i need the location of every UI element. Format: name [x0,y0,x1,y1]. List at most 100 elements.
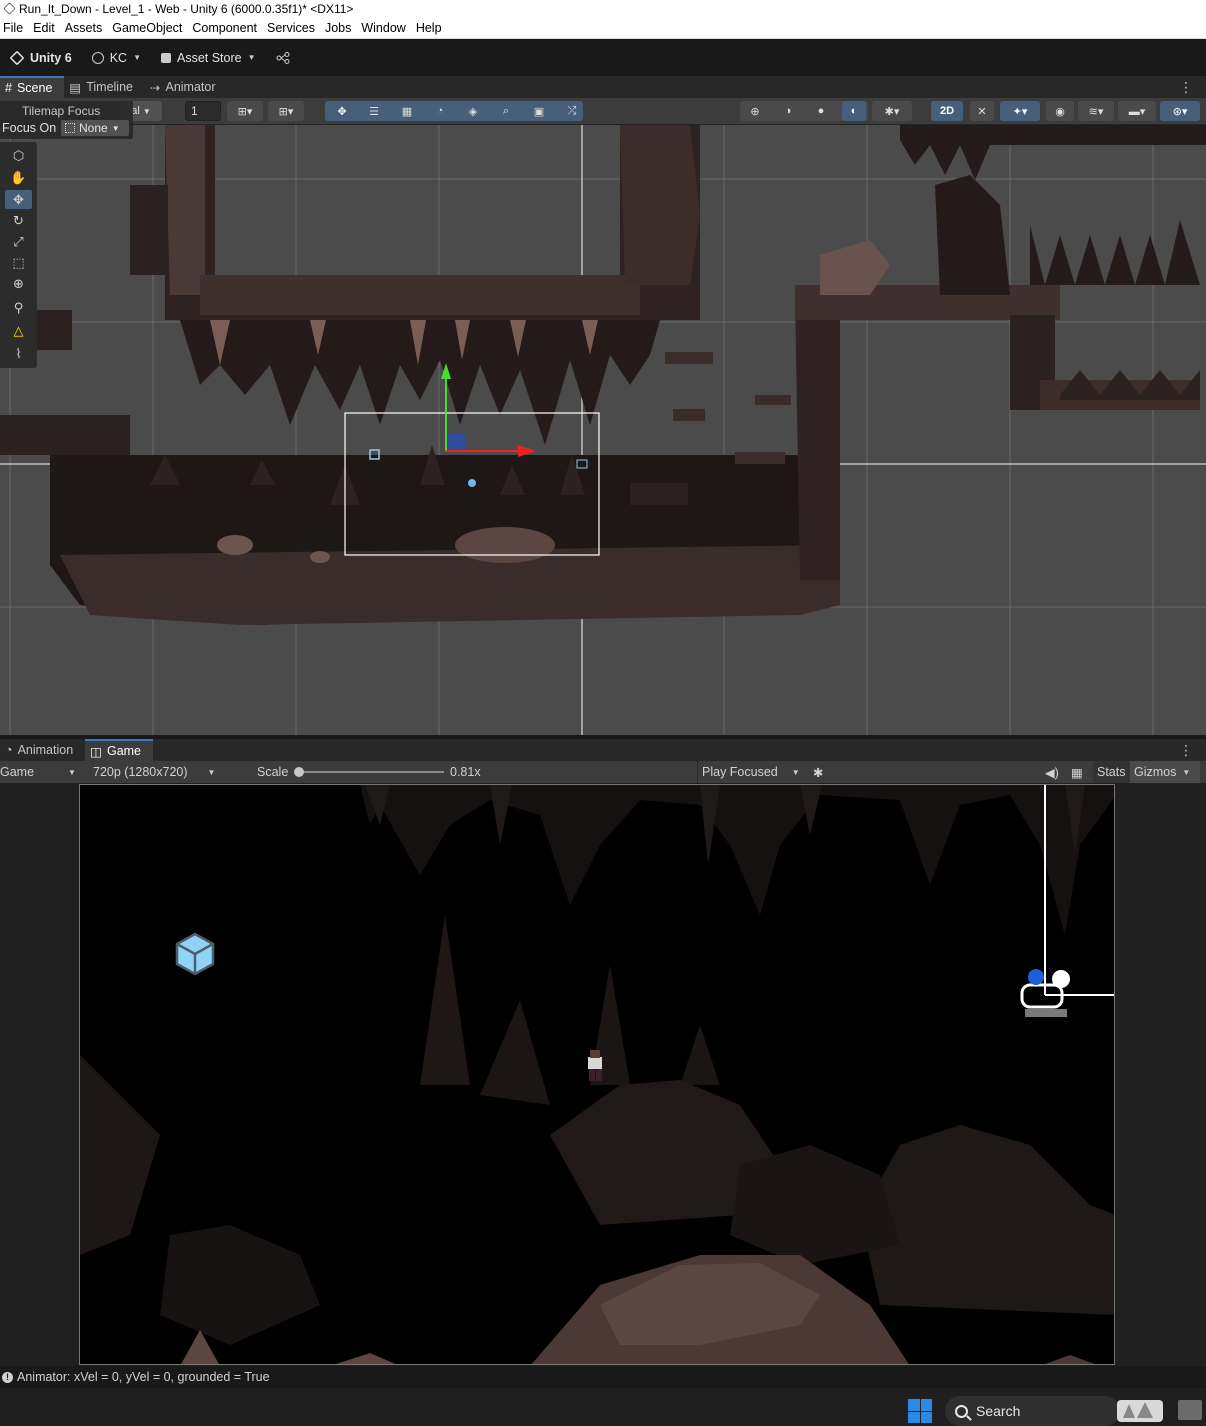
eye-icon: ◉ [1055,105,1065,118]
visibility-button[interactable]: ◉ [1046,101,1074,121]
spline-tool-button[interactable]: ⌇ [5,344,32,363]
taskbar-search-label: Search [976,1403,1021,1419]
tab-scene-label: Scene [16,81,53,95]
scale-icon: ⤢ [13,233,24,249]
menu-assets[interactable]: Assets [62,21,110,35]
taskbar-app-icon[interactable] [1178,1400,1202,1420]
grid-view-button[interactable]: ▦ [395,101,419,121]
tab-animation[interactable]: ◔ Animation [0,739,85,761]
scene-viewport[interactable] [0,125,1206,735]
move-icon: ✥ [337,105,347,118]
gizmos-dropdown[interactable]: ⊛▾ [1160,101,1200,121]
transform-icon: ⊕ [13,275,24,291]
menu-bar: File Edit Assets GameObject Component Se… [0,17,1206,39]
wireframe-button[interactable]: ⊕ [743,101,767,121]
shortcuts-button[interactable]: ▦ [1071,761,1087,783]
taskbar-search[interactable]: Search [945,1396,1120,1426]
move-tool-side-button[interactable]: ✥ [5,190,32,209]
cave-tilemap [0,125,1206,625]
debug-draw-dropdown[interactable]: ✱▾ [872,101,912,121]
transform-tool-button[interactable]: ⊕ [5,274,32,293]
rotate-button[interactable]: ◔ [428,101,452,121]
chevron-down-icon: ▼ [133,53,141,62]
chevron-down-icon: ▼ [207,767,216,777]
collider-cube-gizmo[interactable] [175,932,215,976]
grid-snap-dropdown[interactable]: ⊞▾ [227,101,263,121]
game-viewport[interactable] [79,784,1115,1365]
windows-start-button[interactable] [908,1399,932,1423]
display-dropdown[interactable]: Game ▼ [0,761,84,783]
custom-tool-button[interactable]: ⚲ [5,298,32,317]
triangle-tool-button[interactable]: △ [5,321,32,340]
menu-help[interactable]: Help [413,21,449,35]
tab-scene[interactable]: # Scene [0,76,65,98]
menu-services[interactable]: Services [264,21,322,35]
game-panel-menu-button[interactable]: ⋮ [1179,739,1206,761]
menu-gameobject[interactable]: GameObject [109,21,189,35]
asset-store-label: Asset Store [176,50,242,65]
rect-tool-button[interactable]: ⬚ [5,253,32,272]
hand-tool-button[interactable]: ✋ [5,168,32,187]
version-control-button[interactable] [270,49,296,67]
move-tool-button[interactable]: ✥ [330,101,354,121]
keyboard-icon: ▦ [1071,765,1083,780]
layers-visibility-dropdown[interactable]: ≋▾ [1078,101,1114,121]
light-off-icon: ✕ [977,105,987,118]
account-dropdown[interactable]: KC ▼ [86,48,147,68]
play-mode-dropdown[interactable]: Play Focused ▼ [697,761,805,783]
align-tool-button[interactable]: ☰ [362,101,386,121]
account-icon [91,51,104,64]
status-bar[interactable]: ! Animator: xVel = 0, yVel = 0, grounded… [0,1366,1206,1388]
focus-on-dropdown[interactable]: None ▼ [60,119,130,137]
unity-version-button[interactable]: Unity 6 [4,48,78,68]
grid-snap-icon: ⊞▾ [237,105,253,118]
camera-settings-dropdown[interactable]: ▬▾ [1118,101,1156,121]
increment-snap-dropdown[interactable]: ⊞▾ [268,101,304,121]
shaded-wireframe-button[interactable]: ◑ [776,101,800,121]
info-icon: ! [2,1371,13,1383]
custom-tool-icon: ⚲ [13,299,24,315]
lighting-icon: ◐ [850,105,858,117]
camera-icon: ▣ [533,105,545,118]
menu-jobs[interactable]: Jobs [322,21,358,35]
player-character[interactable] [588,1050,602,1081]
zoom-button[interactable]: ⌕ [494,101,518,121]
kebab-menu-icon: ⋮ [1179,78,1193,95]
rotate-tool-button[interactable]: ↻ [5,211,32,230]
layers-button[interactable]: ◈ [461,101,485,121]
gizmos-dropdown[interactable]: Gizmos ▼ [1130,761,1200,783]
scale-slider-handle[interactable] [294,767,304,777]
unity-version-label: Unity 6 [30,50,72,65]
bug-icon: ✱▾ [884,105,900,118]
camera-button[interactable]: ▣ [527,101,551,121]
tab-timeline[interactable]: ▤ Timeline [64,76,145,98]
shuffle-icon: ⤮ [567,104,577,117]
asset-store-dropdown[interactable]: Asset Store ▼ [155,48,262,68]
mute-audio-button[interactable]: ◀) [1045,761,1061,783]
stats-button[interactable]: Stats [1093,761,1130,783]
resolution-dropdown[interactable]: 720p (1280x720) ▼ [93,761,248,783]
animation-icon: ◔ [5,743,13,757]
scale-slider-track[interactable] [298,771,444,773]
chevron-down-icon: ▼ [1182,767,1191,777]
menu-component[interactable]: Component [189,21,264,35]
view-cube-button[interactable]: ⬡ [5,146,32,165]
panel-menu-button[interactable]: ⋮ [1179,76,1206,98]
menu-window[interactable]: Window [358,21,412,35]
effects-dropdown[interactable]: ✦▾ [1000,101,1040,121]
rotate-icon: ↻ [13,212,24,228]
shuffle-button[interactable]: ⤮ [560,101,584,121]
toggle-2d-button[interactable]: 2D [931,101,963,121]
effects-icon: ✦▾ [1012,105,1028,118]
menu-file[interactable]: File [0,21,30,35]
display-label: Game [0,765,35,779]
scale-tool-button[interactable]: ⤢ [5,232,32,251]
menu-edit[interactable]: Edit [30,21,62,35]
debug-button[interactable]: ✱ [813,761,829,783]
tab-animator[interactable]: ⇢ Animator [145,76,228,98]
grid-size-input[interactable]: 1 [185,101,221,121]
shaded-button[interactable]: ● [809,101,833,121]
tab-game[interactable]: ◫ Game [85,739,154,761]
lighting-toggle-button[interactable]: ✕ [970,101,994,121]
unlit-button[interactable]: ◐ [842,101,866,121]
